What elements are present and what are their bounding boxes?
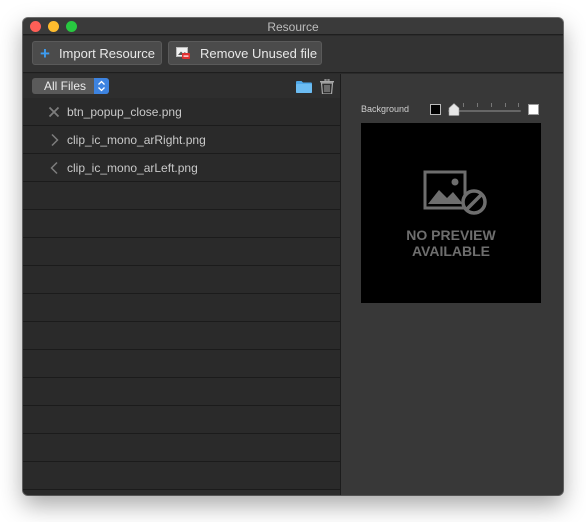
chevron-left-icon [47, 161, 61, 175]
file-name: clip_ic_mono_arRight.png [67, 133, 206, 147]
up-down-chevron-icon [94, 78, 109, 94]
slider-knob[interactable] [448, 103, 460, 116]
no-preview-image-icon [423, 170, 489, 216]
folder-icon[interactable] [296, 80, 312, 93]
slider-tick [463, 103, 464, 107]
file-name: clip_ic_mono_arLeft.png [67, 161, 198, 175]
title-bar: Resource [23, 18, 563, 35]
background-black-swatch[interactable] [430, 104, 441, 115]
empty-list-row [23, 210, 340, 238]
empty-rows [23, 182, 340, 490]
file-name: btn_popup_close.png [67, 105, 182, 119]
remove-image-icon [176, 47, 190, 59]
toolbar: + Import Resource Remove Unused file [23, 36, 563, 73]
plus-icon: + [40, 43, 50, 63]
slider-tick [518, 103, 519, 107]
preview-pane: Background NO PREVIEW AVAILABLE [341, 74, 563, 495]
empty-list-row [23, 294, 340, 322]
list-item[interactable]: clip_ic_mono_arLeft.png [23, 154, 340, 182]
file-filter-value: All Files [44, 79, 87, 93]
empty-list-row [23, 266, 340, 294]
image-preview: NO PREVIEW AVAILABLE [361, 123, 541, 303]
remove-unused-file-button[interactable]: Remove Unused file [168, 41, 322, 65]
slider-tick [505, 103, 506, 107]
empty-list-row [23, 378, 340, 406]
empty-list-row [23, 434, 340, 462]
empty-list-row [23, 322, 340, 350]
import-resource-button[interactable]: + Import Resource [32, 41, 162, 65]
remove-unused-file-label: Remove Unused file [200, 45, 318, 61]
empty-list-row [23, 406, 340, 434]
chevron-right-icon [47, 133, 61, 147]
file-filter-select[interactable]: All Files [32, 78, 109, 94]
empty-list-row [23, 238, 340, 266]
file-list: btn_popup_close.png clip_ic_mono_arRight… [23, 98, 340, 490]
resource-window: Resource + Import Resource Remove Unused… [23, 18, 563, 495]
no-preview-line2: AVAILABLE [411, 243, 491, 259]
close-x-icon [47, 105, 61, 119]
window-title: Resource [267, 20, 319, 34]
no-preview-text: NO PREVIEW AVAILABLE [361, 227, 541, 259]
background-slider[interactable] [448, 102, 524, 116]
file-list-header: All Files [23, 74, 340, 98]
list-item[interactable]: clip_ic_mono_arRight.png [23, 126, 340, 154]
background-label: Background [361, 104, 410, 114]
trash-icon[interactable] [320, 78, 334, 95]
empty-list-row [23, 182, 340, 210]
import-resource-label: Import Resource [58, 45, 156, 61]
empty-list-row [23, 462, 340, 490]
slider-tick [491, 103, 492, 107]
list-item[interactable]: btn_popup_close.png [23, 98, 340, 126]
slider-tick [477, 103, 478, 107]
file-list-pane: All Files btn_popup_close.png clip_ic_mo… [23, 74, 340, 495]
no-preview-line1: NO PREVIEW [406, 227, 496, 243]
background-white-swatch[interactable] [528, 104, 539, 115]
empty-list-row [23, 350, 340, 378]
